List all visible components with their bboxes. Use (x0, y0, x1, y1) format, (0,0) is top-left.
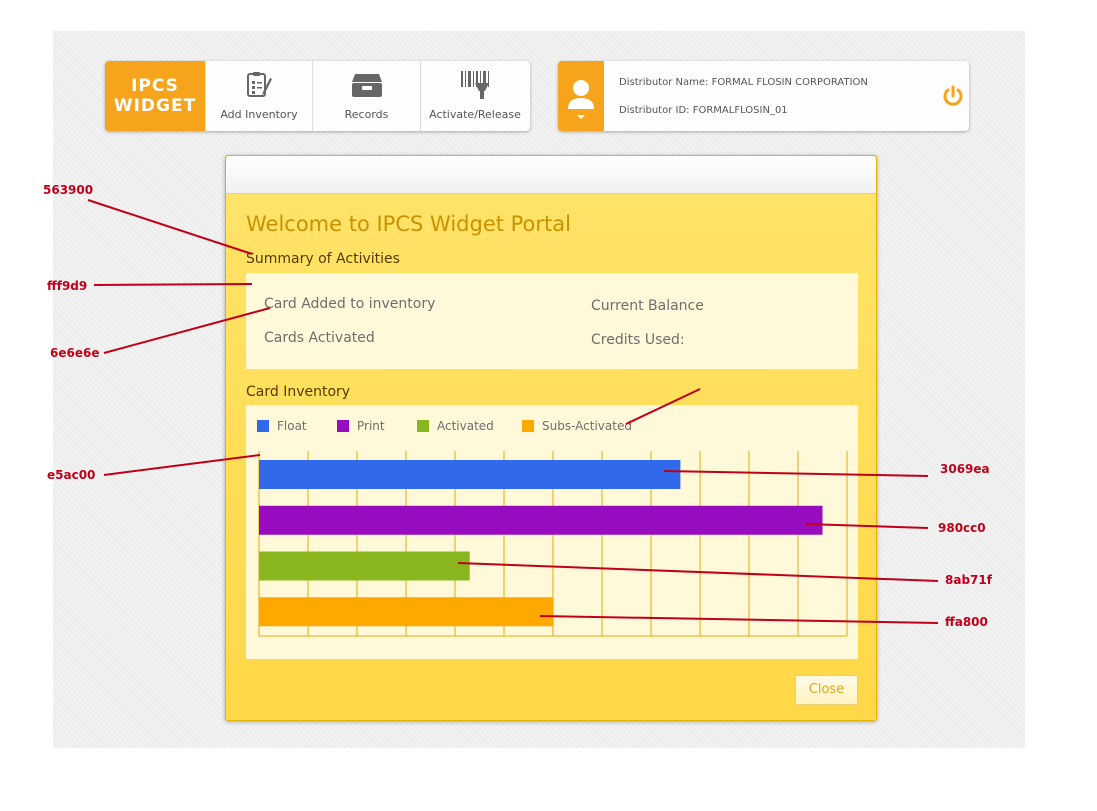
annotation-label-text: 6e6e6e (50, 346, 100, 360)
annotation-line-e5ac00 (103, 454, 261, 476)
annotation-label-panel: fff9d9 (47, 279, 88, 293)
annotation-line-3069ea (663, 470, 929, 477)
annotation-label-subs-activated: ffa800 (945, 615, 988, 629)
annotation-line-legend (625, 388, 701, 425)
annotation-line-6e6e6e (103, 307, 271, 354)
annotation-label-print: 980cc0 (938, 521, 986, 535)
annotation-label-float: 3069ea (940, 462, 990, 476)
annotation-line-fff9d9 (93, 283, 253, 286)
annotation-line-563900 (87, 199, 253, 255)
annotation-line-980cc0 (805, 523, 929, 529)
annotation-label-activated: 8ab71f (945, 573, 992, 587)
annotation-label-heading: 563900 (43, 183, 94, 197)
annotation-label-grid: e5ac00 (47, 468, 96, 482)
annotation-line-8ab71f (457, 562, 939, 582)
annotation-line-ffa800 (539, 615, 939, 624)
annotation-lines (87, 199, 939, 624)
